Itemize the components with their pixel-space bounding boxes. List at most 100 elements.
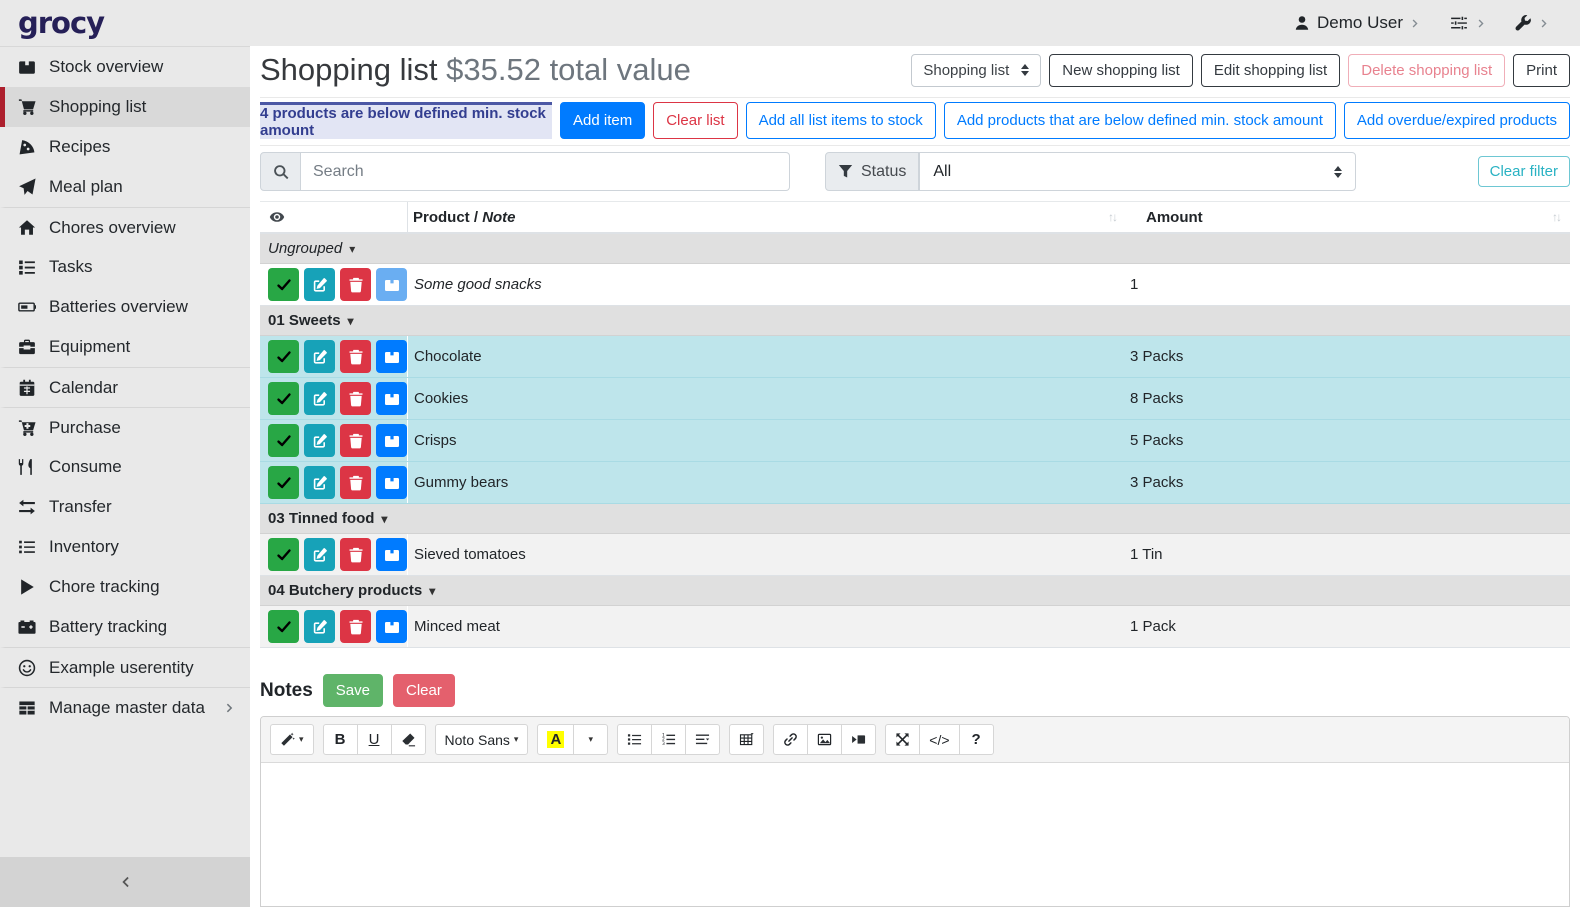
insert-table-button[interactable] (729, 724, 764, 755)
sidebar-item-meal-plan[interactable]: Meal plan (0, 167, 250, 207)
sidebar-item-batteries-overview[interactable]: Batteries overview (0, 287, 250, 327)
item-amount: 1 Pack (1130, 618, 1570, 635)
edit-item-button[interactable] (304, 268, 335, 301)
font-color-button[interactable]: A (537, 724, 574, 755)
sidebar-item-chores-overview[interactable]: Chores overview (0, 207, 250, 247)
sidebar-item-purchase[interactable]: Purchase (0, 407, 250, 447)
done-button[interactable] (268, 538, 299, 571)
group-row[interactable]: 04 Butchery products▾ (260, 576, 1570, 606)
ordered-list-button[interactable] (651, 724, 686, 755)
fullscreen-button[interactable] (885, 724, 920, 755)
search-group (260, 152, 790, 191)
font-color-dropdown-button[interactable]: ▾ (573, 724, 608, 755)
check-icon (276, 349, 292, 365)
product-column-header[interactable]: Product / Note ↑↓ (408, 209, 1130, 226)
clear-formatting-button[interactable] (391, 724, 426, 755)
insert-video-button[interactable] (841, 724, 876, 755)
sidebar-item-recipes[interactable]: Recipes (0, 127, 250, 167)
done-button[interactable] (268, 466, 299, 499)
paragraph-align-button[interactable] (685, 724, 720, 755)
group-row[interactable]: 01 Sweets▾ (260, 306, 1570, 336)
video-icon (851, 732, 866, 747)
sidebar-collapse-button[interactable] (0, 857, 250, 907)
notes-text-area[interactable] (261, 763, 1569, 906)
add-to-stock-button[interactable] (376, 424, 407, 457)
done-button[interactable] (268, 382, 299, 415)
sidebar-item-consume[interactable]: Consume (0, 447, 250, 487)
sidebar-item-manage-master-data[interactable]: Manage master data (0, 687, 250, 727)
delete-item-button[interactable] (340, 424, 371, 457)
edit-item-button[interactable] (304, 382, 335, 415)
insert-link-button[interactable] (773, 724, 808, 755)
sidebar-item-tasks[interactable]: Tasks (0, 247, 250, 287)
item-amount: 1 (1130, 276, 1570, 293)
done-button[interactable] (268, 424, 299, 457)
user-menu[interactable]: Demo User (1294, 13, 1421, 33)
sidebar-item-transfer[interactable]: Transfer (0, 487, 250, 527)
sidebar-item-shopping-list[interactable]: Shopping list (0, 87, 250, 127)
amount-column-header[interactable]: Amount ↑↓ (1130, 209, 1570, 226)
save-notes-button[interactable]: Save (323, 674, 383, 707)
delete-item-button[interactable] (340, 268, 371, 301)
done-button[interactable] (268, 340, 299, 373)
edit-item-button[interactable] (304, 424, 335, 457)
delete-item-button[interactable] (340, 610, 371, 643)
add-to-stock-button[interactable] (376, 610, 407, 643)
edit-shopping-list-button[interactable]: Edit shopping list (1201, 54, 1340, 87)
delete-item-button[interactable] (340, 340, 371, 373)
add-to-stock-button[interactable] (376, 538, 407, 571)
done-button[interactable] (268, 610, 299, 643)
sidebar-item-battery-tracking[interactable]: Battery tracking (0, 607, 250, 647)
new-shopping-list-button[interactable]: New shopping list (1049, 54, 1193, 87)
underline-button[interactable]: U (357, 724, 392, 755)
table-row: Chocolate 3 Packs (260, 336, 1570, 378)
delete-item-button[interactable] (340, 538, 371, 571)
style-magic-button[interactable]: ▾ (270, 724, 314, 755)
shopping-list-select[interactable]: Shopping list (911, 54, 1041, 87)
sidebar-item-example-userentity[interactable]: Example userentity (0, 647, 250, 687)
sidebar-item-stock-overview[interactable]: Stock overview (0, 47, 250, 87)
done-button[interactable] (268, 268, 299, 301)
add-all-to-stock-button[interactable]: Add all list items to stock (746, 102, 936, 139)
delete-item-button[interactable] (340, 466, 371, 499)
sidebar-item-calendar[interactable]: Calendar (0, 367, 250, 407)
below-min-stock-alert[interactable]: 4 products are below defined min. stock … (260, 102, 552, 139)
search-input[interactable] (301, 152, 790, 191)
edit-item-button[interactable] (304, 538, 335, 571)
group-row[interactable]: Ungrouped▾ (260, 234, 1570, 264)
add-to-stock-button[interactable] (376, 466, 407, 499)
code-view-button[interactable]: </> (919, 724, 959, 755)
bold-button[interactable]: B (323, 724, 358, 755)
add-to-stock-button[interactable] (376, 268, 407, 301)
add-to-stock-button[interactable] (376, 340, 407, 373)
box-icon (384, 277, 400, 293)
insert-image-button[interactable] (807, 724, 842, 755)
edit-item-button[interactable] (304, 466, 335, 499)
clear-list-button[interactable]: Clear list (653, 102, 737, 139)
help-button[interactable]: ? (959, 724, 994, 755)
delete-shopping-list-button[interactable]: Delete shopping list (1348, 54, 1505, 87)
sidebar-item-label: Tasks (49, 257, 92, 277)
settings-menu[interactable] (1449, 14, 1487, 32)
clear-filter-button[interactable]: Clear filter (1478, 156, 1570, 187)
sidebar-item-chore-tracking[interactable]: Chore tracking (0, 567, 250, 607)
font-family-button[interactable]: Noto Sans▾ (435, 724, 529, 755)
grocy-logo[interactable]: grocy (0, 6, 250, 40)
visibility-column-header[interactable] (260, 202, 408, 232)
add-overdue-button[interactable]: Add overdue/expired products (1344, 102, 1570, 139)
group-row[interactable]: 03 Tinned food▾ (260, 504, 1570, 534)
clear-notes-button[interactable]: Clear (393, 674, 455, 707)
unordered-list-button[interactable] (617, 724, 652, 755)
admin-menu[interactable] (1515, 15, 1550, 32)
sidebar-item-inventory[interactable]: Inventory (0, 527, 250, 567)
status-select[interactable]: All (919, 152, 1356, 191)
print-button[interactable]: Print (1513, 54, 1570, 87)
edit-item-button[interactable] (304, 340, 335, 373)
add-item-button[interactable]: Add item (560, 102, 645, 139)
add-below-min-stock-button[interactable]: Add products that are below defined min.… (944, 102, 1336, 139)
delete-item-button[interactable] (340, 382, 371, 415)
add-to-stock-button[interactable] (376, 382, 407, 415)
edit-item-button[interactable] (304, 610, 335, 643)
eraser-icon (401, 732, 416, 747)
sidebar-item-equipment[interactable]: Equipment (0, 327, 250, 367)
